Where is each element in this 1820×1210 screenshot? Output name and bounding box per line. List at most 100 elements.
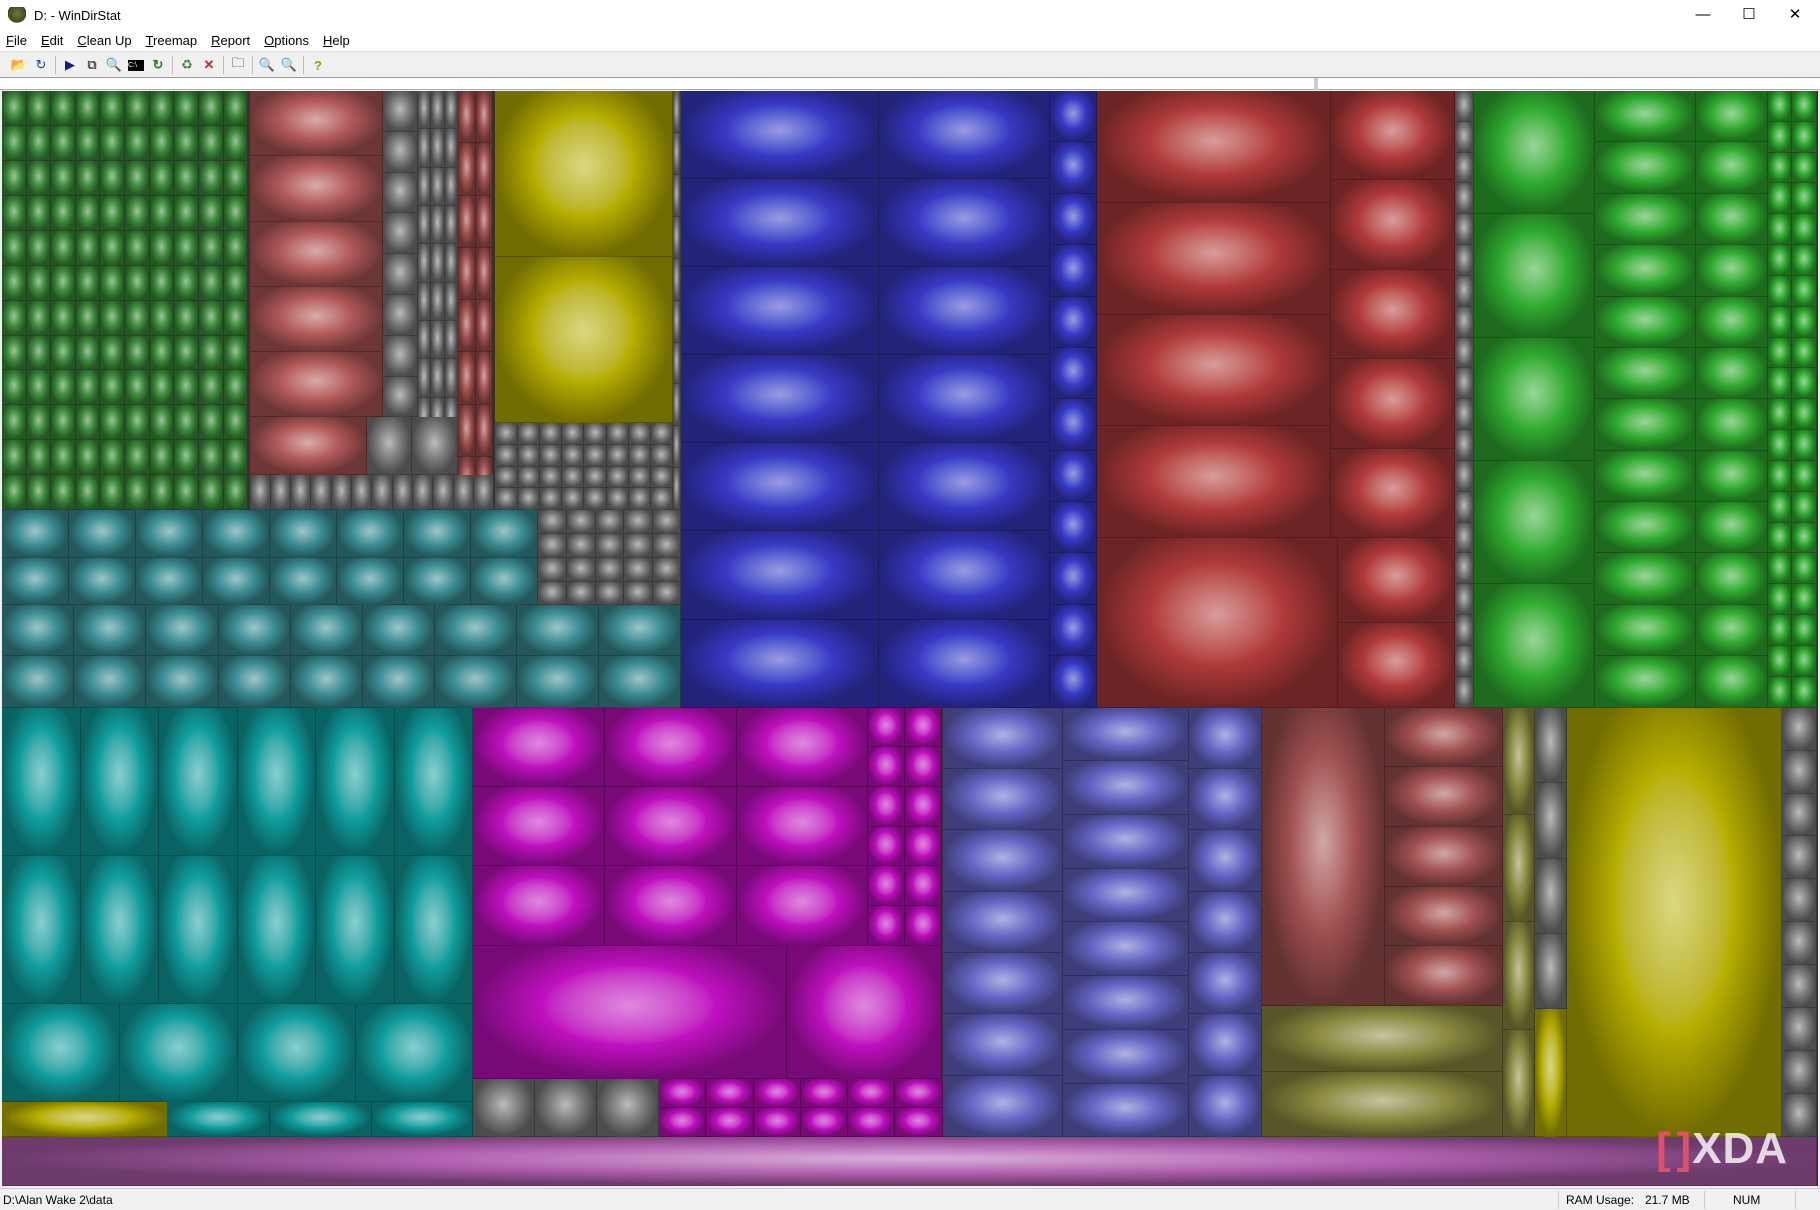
treemap-cell[interactable]	[942, 1014, 1064, 1076]
treemap-cell[interactable]	[431, 320, 445, 360]
treemap-cell[interactable]	[149, 265, 175, 301]
treemap-cell[interactable]	[595, 581, 625, 606]
treemap-cell[interactable]	[1050, 245, 1097, 297]
treemap-cell[interactable]	[1792, 306, 1817, 338]
treemap-cell[interactable]	[198, 335, 224, 371]
treemap-cell[interactable]	[495, 423, 518, 445]
treemap-cell[interactable]	[1454, 615, 1475, 646]
treemap-cell[interactable]	[1331, 91, 1455, 181]
treemap-cell[interactable]	[1454, 584, 1475, 616]
treemap-cell[interactable]	[1782, 922, 1817, 966]
treemap-cell[interactable]	[628, 466, 651, 489]
treemap-cell[interactable]	[1768, 460, 1793, 492]
treemap-cell[interactable]	[1696, 656, 1769, 708]
treemap-cell[interactable]	[539, 423, 563, 445]
minimize-button[interactable]: —	[1680, 0, 1726, 30]
treemap-cell[interactable]	[1792, 121, 1817, 153]
treemap-cell[interactable]	[1454, 121, 1475, 153]
treemap-cell[interactable]	[1454, 245, 1475, 276]
treemap-cell[interactable]	[628, 444, 651, 467]
treemap-cell[interactable]	[595, 510, 625, 534]
treemap-cell[interactable]	[223, 230, 249, 266]
treemap-cell[interactable]	[1384, 767, 1504, 827]
treemap-cell[interactable]	[223, 370, 249, 406]
treemap-cell[interactable]	[69, 510, 137, 558]
treemap-cell[interactable]	[1567, 707, 1782, 1138]
treemap-cell[interactable]	[270, 510, 338, 558]
treemap-cell[interactable]	[417, 167, 432, 206]
treemap-cell[interactable]	[1792, 645, 1817, 677]
treemap-cell[interactable]	[1782, 1051, 1817, 1095]
treemap-cell[interactable]	[26, 195, 52, 231]
treemap-cell[interactable]	[291, 475, 312, 511]
treemap-cell[interactable]	[1782, 707, 1817, 751]
treemap-cell[interactable]	[223, 440, 249, 476]
treemap-cell[interactable]	[458, 195, 476, 248]
treemap-cell[interactable]	[753, 1108, 801, 1138]
new-folder-icon[interactable]: 🗀	[227, 55, 249, 75]
treemap-cell[interactable]	[1768, 676, 1793, 708]
treemap-cell[interactable]	[100, 335, 126, 371]
treemap-cell[interactable]	[681, 91, 879, 180]
treemap-cell[interactable]	[624, 533, 653, 558]
treemap-cell[interactable]	[316, 707, 395, 856]
treemap-cell[interactable]	[1454, 645, 1475, 677]
treemap-cell[interactable]	[75, 335, 101, 371]
treemap-cell[interactable]	[1188, 768, 1262, 831]
treemap-cell[interactable]	[1768, 306, 1793, 338]
treemap-cell[interactable]	[495, 444, 518, 467]
treemap-cell[interactable]	[125, 91, 150, 126]
treemap-cell[interactable]	[517, 605, 600, 657]
treemap-cell[interactable]	[51, 125, 76, 161]
treemap-cell[interactable]	[673, 342, 682, 385]
treemap-cell[interactable]	[174, 300, 199, 336]
treemap-cell[interactable]	[458, 352, 476, 405]
treemap-cell[interactable]	[673, 468, 682, 511]
treemap-cell[interactable]	[1792, 368, 1817, 400]
recycle-bin-icon[interactable]: ♻	[176, 55, 198, 75]
treemap-cell[interactable]	[444, 359, 459, 398]
treemap-cell[interactable]	[1768, 399, 1793, 431]
treemap-cell[interactable]	[1188, 953, 1262, 1015]
treemap-cell[interactable]	[681, 531, 879, 620]
treemap-cell[interactable]	[1595, 553, 1697, 605]
treemap-cell[interactable]	[1768, 337, 1793, 369]
treemap-cell[interactable]	[1768, 522, 1793, 554]
run-icon[interactable]: ▶	[59, 55, 81, 75]
treemap-cell[interactable]	[149, 300, 175, 336]
treemap-cell[interactable]	[237, 707, 317, 856]
treemap-cell[interactable]	[218, 605, 291, 657]
treemap-cell[interactable]	[2, 335, 27, 371]
treemap-cell[interactable]	[75, 230, 101, 266]
treemap-cell[interactable]	[237, 1003, 356, 1103]
rescan-icon[interactable]: ↻	[30, 55, 52, 75]
treemap-cell[interactable]	[1050, 656, 1097, 708]
treemap-cell[interactable]	[51, 160, 76, 196]
treemap-cell[interactable]	[1792, 275, 1817, 307]
treemap-cell[interactable]	[203, 557, 271, 606]
treemap-cell[interactable]	[136, 557, 204, 606]
treemap-cell[interactable]	[567, 581, 596, 606]
treemap-cell[interactable]	[1384, 886, 1504, 947]
treemap-cell[interactable]	[681, 619, 879, 708]
treemap-cell[interactable]	[942, 891, 1064, 954]
treemap-cell[interactable]	[382, 294, 418, 336]
treemap-cell[interactable]	[681, 355, 879, 444]
treemap-cell[interactable]	[1534, 934, 1568, 1010]
treemap-cell[interactable]	[2, 370, 27, 406]
treemap-cell[interactable]	[567, 510, 596, 534]
treemap-cell[interactable]	[848, 1108, 896, 1138]
treemap-cell[interactable]	[136, 510, 204, 558]
treemap-cell[interactable]	[149, 440, 175, 476]
treemap-cell[interactable]	[1782, 1008, 1817, 1052]
treemap-cell[interactable]	[1792, 615, 1817, 646]
treemap-cell[interactable]	[2, 707, 81, 856]
treemap-cell[interactable]	[652, 581, 682, 606]
treemap-cell[interactable]	[149, 405, 175, 441]
treemap-cell[interactable]	[458, 143, 476, 196]
treemap-cell[interactable]	[1696, 193, 1769, 246]
treemap-cell[interactable]	[673, 91, 682, 133]
treemap-cell[interactable]	[567, 557, 596, 582]
treemap-cell[interactable]	[753, 1079, 801, 1109]
treemap-cell[interactable]	[431, 244, 445, 283]
